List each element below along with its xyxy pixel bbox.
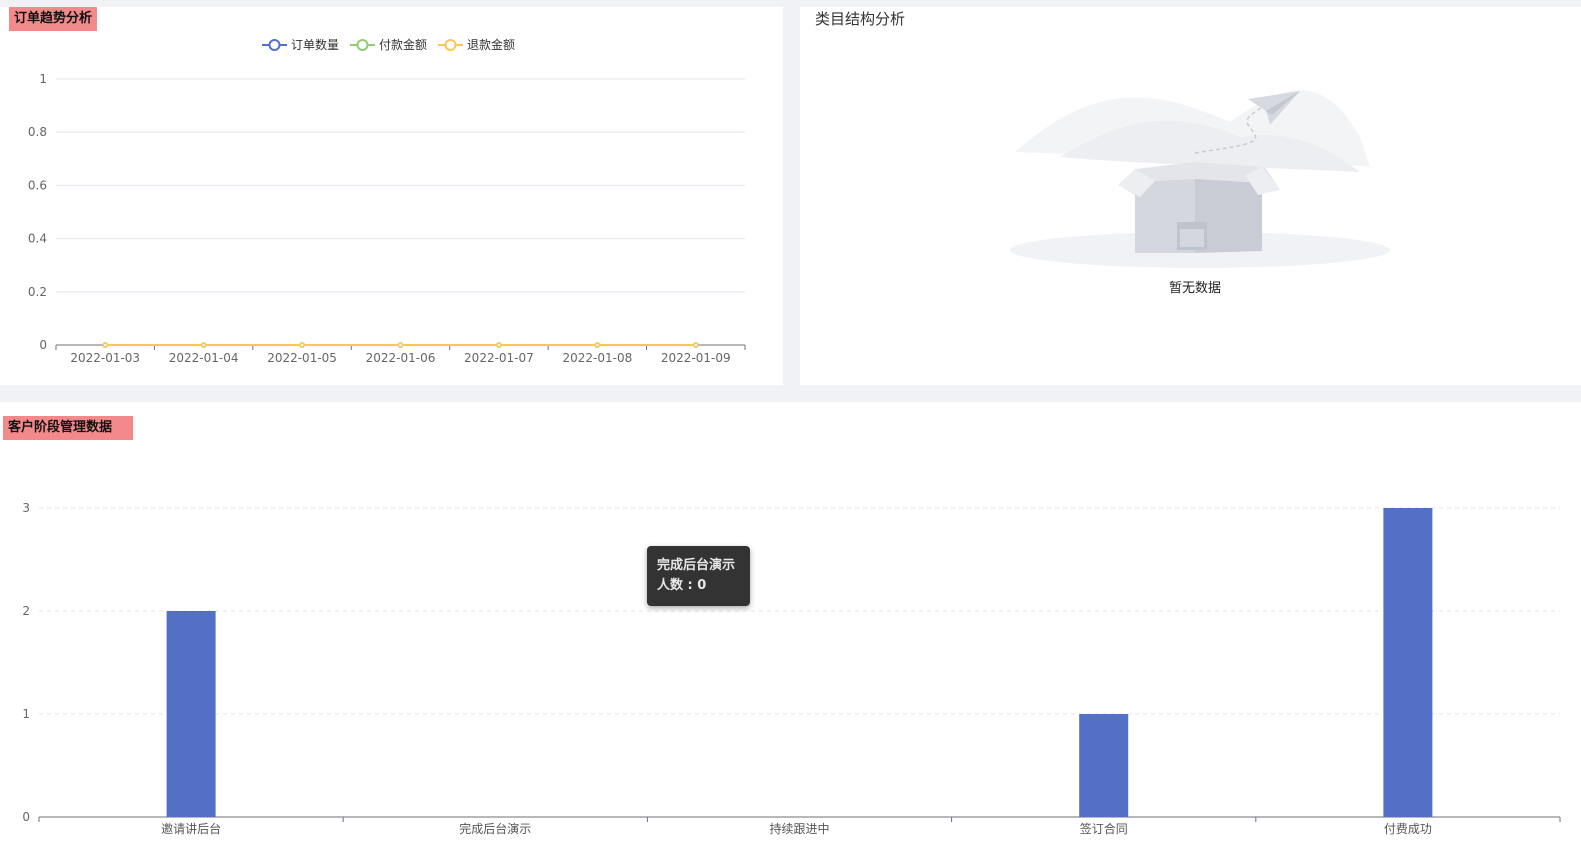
data-point — [102, 342, 108, 348]
x-tick-label: 2022-01-03 — [70, 351, 140, 365]
x-tick-label: 2022-01-04 — [169, 351, 239, 365]
x-tick-label: 2022-01-08 — [562, 351, 632, 365]
x-tick-label: 2022-01-07 — [464, 351, 534, 365]
legend-label-3: 退款金额 — [467, 37, 515, 52]
tooltip-title: 完成后台演示 — [657, 558, 736, 573]
y-tick-label: 0.4 — [28, 232, 47, 246]
data-point — [594, 342, 601, 348]
y-tick-label: 0.8 — [28, 125, 47, 139]
tooltip-value: 人数 : 0 — [657, 578, 707, 593]
y-tick-label: 0 — [22, 810, 30, 824]
x-tick-label: 付费成功 — [1384, 822, 1432, 836]
legend-marker — [444, 39, 457, 51]
y-tick-label: 0.2 — [28, 285, 47, 299]
category-structure-panel: 类目结构分析 暂无数据 — [800, 7, 1581, 385]
x-tick-label: 签订合同 — [1080, 821, 1128, 836]
x-tick-label: 完成后台演示 — [459, 821, 531, 836]
x-tick-label: 持续跟进中 — [769, 821, 829, 836]
y-tick-label: 2 — [22, 604, 30, 618]
bar-4 — [1079, 714, 1129, 817]
y-tick-label: 0.6 — [28, 178, 47, 192]
x-tick-label: 邀请讲后台 — [161, 821, 221, 836]
legend-marker — [268, 39, 281, 51]
empty-box-illustration — [1010, 90, 1390, 268]
y-tick-label: 1 — [22, 707, 30, 721]
legend-label-2: 付款金额 — [379, 37, 427, 52]
legend-marker — [356, 39, 369, 51]
chart-tooltip: 完成后台演示 人数 : 0 — [647, 546, 750, 606]
bar-1 — [166, 611, 216, 817]
data-point — [397, 342, 404, 348]
x-tick-label: 2022-01-06 — [366, 351, 436, 365]
x-tick-label: 2022-01-09 — [661, 351, 731, 365]
data-point — [200, 342, 207, 348]
customer-stage-chart: 0123邀请讲后台 完成后台演示 持续跟进中 签订合同 付费成功 — [22, 501, 1561, 836]
data-point — [496, 342, 502, 348]
y-tick-label: 0 — [39, 338, 47, 352]
data-point — [693, 342, 699, 348]
order-trend-chart: 0 0.2 0.4 0.6 0.8 1 2022-01-03 2022-01-04 2022-0… — [28, 37, 746, 365]
order-trend-panel: 订单趋势分析 0 0.2 0.4 0.6 0.8 1 2022-01-03 2022-01-0… — [0, 7, 783, 385]
bar-5 — [1383, 508, 1433, 817]
y-tick-label: 1 — [39, 72, 47, 86]
data-point — [299, 342, 305, 348]
y-tick-label: 3 — [22, 501, 30, 515]
x-tick-label: 2022-01-05 — [267, 351, 337, 365]
empty-data-text: 暂无数据 — [1168, 281, 1221, 296]
customer-stage-panel: 客户阶段管理数据 0 1 2 3 邀请讲后台 完成后台演示 持续跟进中 签订合同 付费成功 完成… — [0, 402, 1581, 847]
legend-label-1: 订单数量 — [291, 37, 339, 52]
